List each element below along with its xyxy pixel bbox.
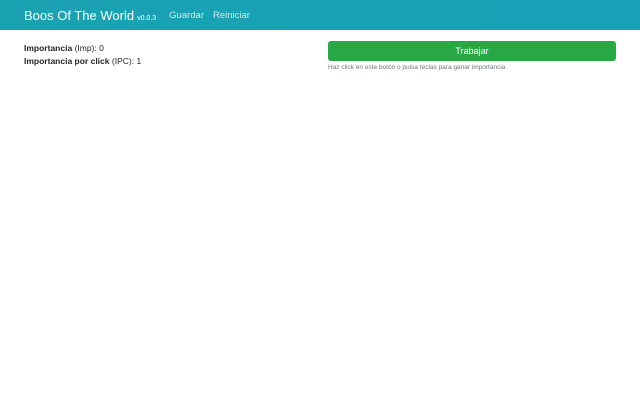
importance-abbr: (Imp): <box>74 43 97 53</box>
save-link[interactable]: Guardar <box>169 10 204 21</box>
top-navbar: Boos Of The World v0.0.3 Guardar Reinici… <box>0 0 640 30</box>
importance-per-click-value: 1 <box>136 56 142 66</box>
stats-panel: Importancia (Imp): 0 Importancia por cli… <box>24 42 141 68</box>
importance-label: Importancia <box>24 43 73 53</box>
work-button[interactable]: Trabajar <box>328 41 616 61</box>
reset-link[interactable]: Reiniciar <box>213 10 250 21</box>
importance-per-click-stat: Importancia por click (IPC): 1 <box>24 55 141 68</box>
brand-title: Boos Of The World <box>24 7 135 23</box>
importance-per-click-label: Importancia por click <box>24 56 110 66</box>
work-hint: Haz click en este botón o pulsa teclas p… <box>328 64 506 71</box>
brand-link[interactable]: Boos Of The World v0.0.3 <box>24 8 156 23</box>
importance-per-click-abbr: (IPC): <box>111 56 135 66</box>
importance-value: 0 <box>99 43 104 53</box>
brand-version: v0.0.3 <box>137 14 157 22</box>
importance-stat: Importancia (Imp): 0 <box>24 42 141 55</box>
